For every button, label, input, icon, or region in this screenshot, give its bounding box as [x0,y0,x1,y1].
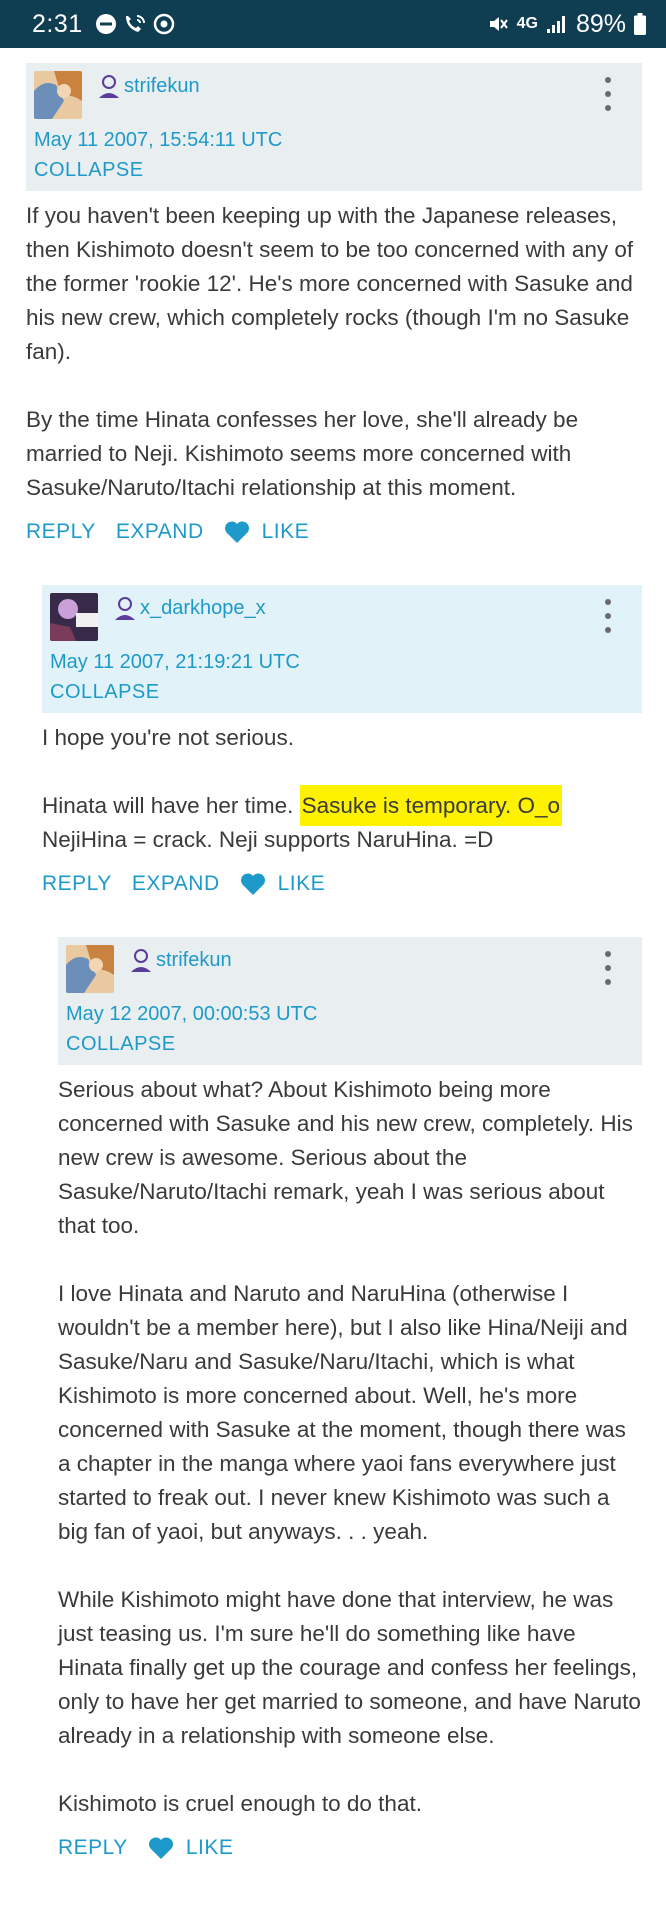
reply-button[interactable]: REPLY [26,520,96,544]
battery-icon [634,13,646,35]
comment-paragraph: Kishimoto is cruel enough to do that. [58,1791,422,1816]
more-options-icon[interactable] [602,599,614,633]
highlighted-text: Sasuke is temporary. O_o [299,785,563,826]
collapse-button[interactable]: COLLAPSE [34,159,144,182]
network-type: 4G [516,15,538,32]
sync-icon [153,13,175,35]
user-icon [112,595,138,626]
avatar[interactable] [34,71,82,119]
username[interactable]: x_darkhope_x [140,597,266,620]
comment: strifekun May 12 2007, 00:00:53 UTC COLL… [58,937,642,1865]
comment-header: strifekun May 12 2007, 00:00:53 UTC COLL… [58,937,642,1065]
battery-percent: 89% [575,9,626,38]
comment-text: Hinata will have her time. [42,793,300,818]
signal-icon [546,14,568,34]
comment-paragraph: Serious about what? About Kishimoto bein… [58,1077,633,1238]
comment-paragraph: By the time Hinata confesses her love, s… [26,407,579,500]
comment-actions: REPLY LIKE [58,1831,642,1865]
comment-paragraph: Hinata will have her time. Sasuke is tem… [42,785,642,857]
comment-paragraph: I love Hinata and Naruto and NaruHina (o… [58,1281,628,1544]
username[interactable]: strifekun [124,75,200,98]
collapse-button[interactable]: COLLAPSE [50,681,160,704]
expand-button[interactable]: EXPAND [132,872,220,896]
timestamp[interactable]: May 12 2007, 00:00:53 UTC [66,1003,317,1026]
comment-paragraph: If you haven't been keeping up with the … [26,203,634,364]
comment: strifekun May 11 2007, 15:54:11 UTC COLL… [26,63,642,549]
comment-body: Serious about what? About Kishimoto bein… [58,1073,642,1821]
timestamp[interactable]: May 11 2007, 15:54:11 UTC [34,129,282,152]
wifi-calling-icon [123,13,147,35]
status-bar: 2:31 4G 89% [0,0,666,48]
like-button[interactable]: LIKE [262,520,310,544]
timestamp[interactable]: May 11 2007, 21:19:21 UTC [50,651,300,674]
avatar[interactable] [66,945,114,993]
reply-button[interactable]: REPLY [42,872,112,896]
comment-body: If you haven't been keeping up with the … [26,199,642,505]
comment-actions: REPLY EXPAND LIKE [42,867,642,901]
do-not-disturb-icon [95,13,117,35]
like-button[interactable]: LIKE [186,1836,234,1860]
more-options-icon[interactable] [602,951,614,985]
mute-icon [487,13,509,35]
username[interactable]: strifekun [156,949,232,972]
user-icon [96,73,122,104]
reply-button[interactable]: REPLY [58,1836,128,1860]
expand-button[interactable]: EXPAND [116,520,204,544]
comment: x_darkhope_x May 11 2007, 21:19:21 UTC C… [42,585,642,901]
comment-body: I hope you're not serious. Hinata will h… [42,721,642,857]
comment-header: x_darkhope_x May 11 2007, 21:19:21 UTC C… [42,585,642,713]
heart-icon[interactable] [240,872,266,896]
heart-icon[interactable] [224,520,250,544]
heart-icon[interactable] [148,1836,174,1860]
more-options-icon[interactable] [602,77,614,111]
comment-actions: REPLY EXPAND LIKE [26,515,642,549]
user-icon [128,947,154,978]
avatar[interactable] [50,593,98,641]
collapse-button[interactable]: COLLAPSE [66,1033,176,1056]
like-button[interactable]: LIKE [278,872,326,896]
comment-header: strifekun May 11 2007, 15:54:11 UTC COLL… [26,63,642,191]
comment-text: NejiHina = crack. Neji supports NaruHina… [42,827,494,852]
clock: 2:31 [32,9,83,38]
comment-paragraph: While Kishimoto might have done that int… [58,1587,641,1748]
comment-paragraph: I hope you're not serious. [42,725,294,750]
